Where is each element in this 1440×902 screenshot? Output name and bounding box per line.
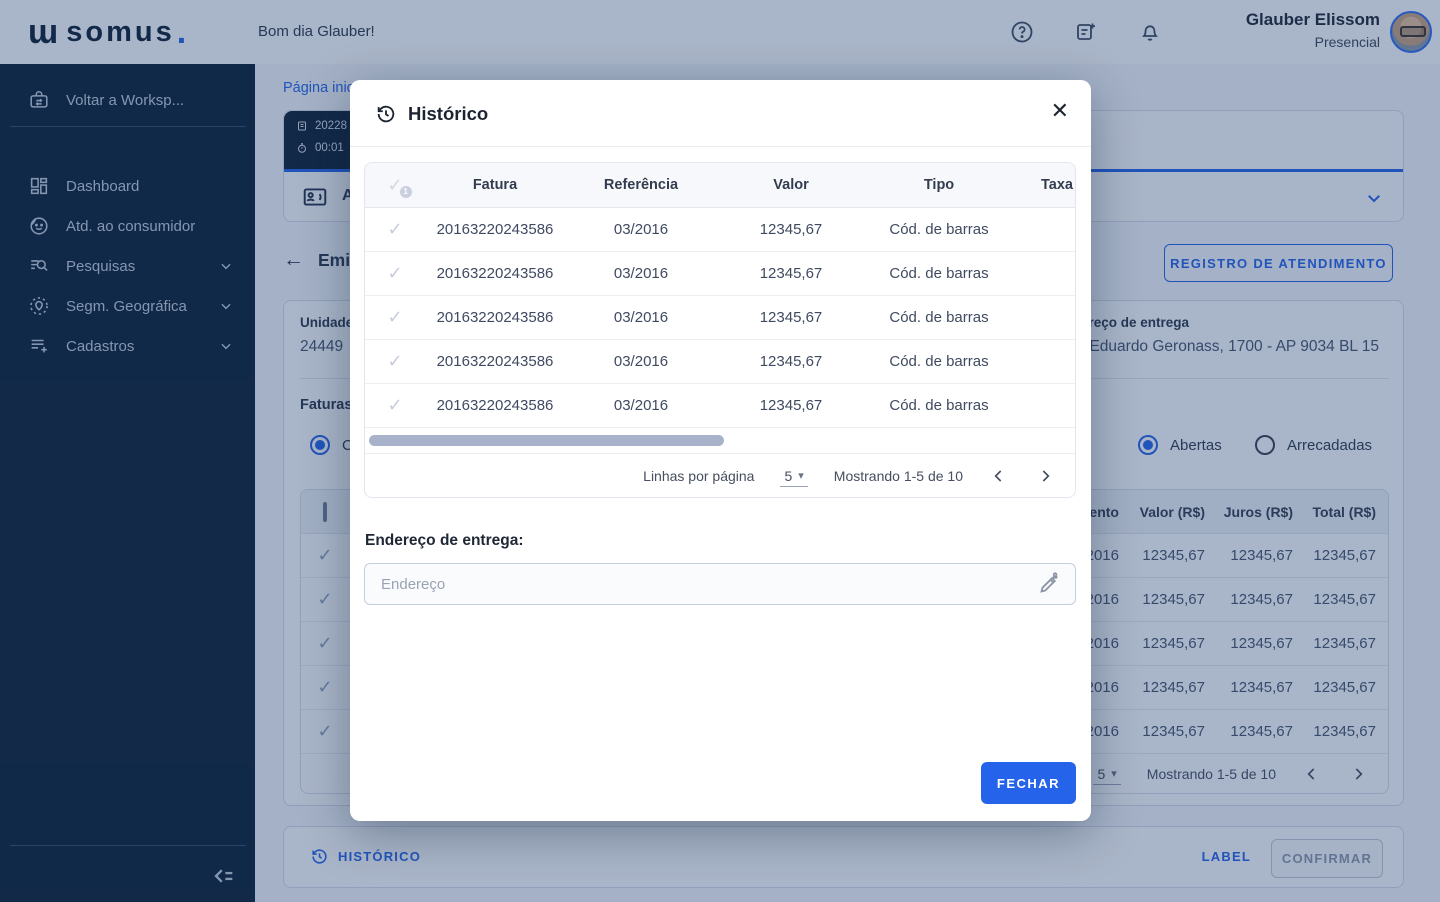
caret-down-icon: ▾ (798, 470, 804, 482)
page-size-select[interactable]: 5 ▾ (780, 466, 808, 487)
row-check-icon: ✓ (387, 351, 403, 371)
scrollbar-thumb[interactable] (369, 435, 724, 446)
table-row[interactable]: ✓ 20163220243586 03/2016 12345,67 Cód. d… (365, 384, 1075, 428)
historico-modal: Histórico ✕ ✓ 1 Fatura Referência Valor T… (350, 80, 1091, 821)
edit-locked-pencil-icon[interactable] (1037, 572, 1061, 596)
app-window: ɯ somus. Bom dia Glauber! Glauber Elissom… (0, 0, 1440, 902)
table-pagination: Linhas por página 5 ▾ Mostrando 1-5 de 1… (365, 454, 1075, 497)
table-row[interactable]: ✓ 20163220243586 03/2016 12345,67 Cód. d… (365, 208, 1075, 252)
showing-label: Mostrando 1-5 de 10 (833, 468, 963, 484)
prev-page-icon[interactable] (989, 466, 1009, 486)
modal-header: Histórico ✕ (350, 80, 1091, 147)
modal-title: Histórico (408, 103, 489, 124)
next-page-icon[interactable] (1035, 466, 1055, 486)
fechar-button[interactable]: FECHAR (981, 762, 1076, 804)
check-badge-icon: ✓ 1 (387, 175, 412, 198)
row-check-icon: ✓ (387, 307, 403, 327)
close-icon[interactable]: ✕ (1051, 100, 1069, 122)
address-input[interactable] (364, 563, 1076, 605)
column-header: Tipo (923, 177, 955, 193)
delivery-address-label: Endereço de entrega: (365, 532, 524, 549)
row-check-icon: ✓ (387, 219, 403, 239)
column-header: Referência (603, 177, 679, 193)
history-icon (375, 103, 397, 125)
row-check-icon: ✓ (387, 263, 403, 283)
table-row[interactable]: ✓ 20163220243586 03/2016 12345,67 Cód. d… (365, 252, 1075, 296)
history-table: ✓ 1 Fatura Referência Valor Tipo Taxa ✓ 2… (364, 162, 1076, 498)
column-header: Fatura (472, 177, 518, 193)
row-check-icon: ✓ (387, 395, 403, 415)
table-row[interactable]: ✓ 20163220243586 03/2016 12345,67 Cód. d… (365, 296, 1075, 340)
table-row[interactable]: ✓ 20163220243586 03/2016 12345,67 Cód. d… (365, 340, 1075, 384)
column-header: Valor (773, 177, 809, 193)
table-header-row: ✓ 1 Fatura Referência Valor Tipo Taxa (365, 163, 1075, 208)
horizontal-scrollbar (365, 428, 1075, 454)
column-header: Taxa (1041, 177, 1073, 193)
rows-per-page-label: Linhas por página (643, 468, 755, 484)
